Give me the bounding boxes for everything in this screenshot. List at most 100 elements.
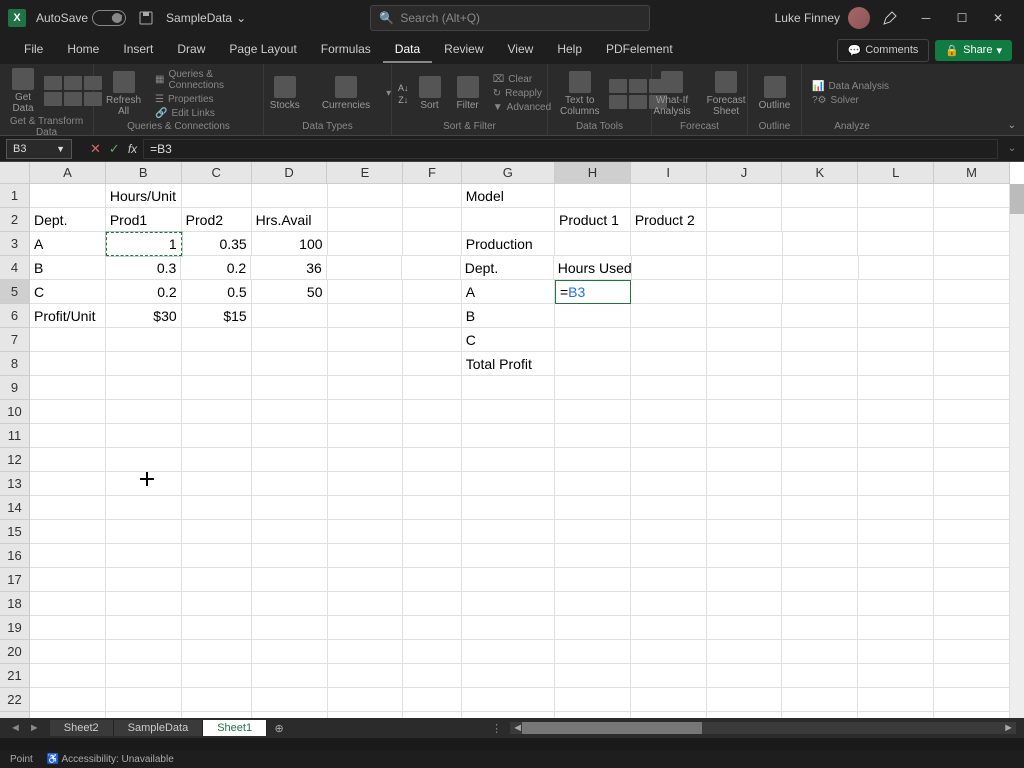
cell-J4[interactable] [707,256,783,280]
cell-A18[interactable] [30,592,106,616]
save-icon[interactable] [138,10,154,26]
cell-D11[interactable] [252,424,328,448]
cell-E17[interactable] [328,568,404,592]
cell-H4[interactable]: Hours Used [554,256,632,280]
cell-J2[interactable] [707,208,783,232]
cell-B16[interactable] [106,544,182,568]
cell-H5[interactable]: =B3 [555,280,631,304]
cell-E7[interactable] [328,328,404,352]
cell-F14[interactable] [403,496,461,520]
cell-A16[interactable] [30,544,106,568]
cell-D1[interactable] [252,184,328,208]
cell-A21[interactable] [30,664,106,688]
cell-C3[interactable]: 0.35 [182,232,252,256]
tab-pdfelement[interactable]: PDFelement [594,37,685,63]
cell-B8[interactable] [106,352,182,376]
cell-D10[interactable] [252,400,328,424]
cell-H19[interactable] [555,616,631,640]
cell-L13[interactable] [858,472,934,496]
close-button[interactable]: ✕ [980,4,1016,32]
cell-K6[interactable] [782,304,858,328]
cell-I13[interactable] [631,472,707,496]
cell-M2[interactable] [934,208,1010,232]
cell-B15[interactable] [106,520,182,544]
row-header-6[interactable]: 6 [0,304,30,328]
cell-E5[interactable] [328,280,404,304]
cell-A3[interactable]: A [30,232,106,256]
cell-E10[interactable] [328,400,404,424]
cell-G6[interactable]: B [462,304,555,328]
cell-C13[interactable] [182,472,252,496]
cell-K11[interactable] [782,424,858,448]
cell-C1[interactable] [182,184,252,208]
cell-L21[interactable] [858,664,934,688]
get-data-button[interactable]: Get Data [6,66,40,116]
cell-A22[interactable] [30,688,106,712]
cell-C15[interactable] [182,520,252,544]
cell-J10[interactable] [707,400,783,424]
data-analysis-button[interactable]: 📊 Data Analysis [808,80,893,93]
cell-K14[interactable] [782,496,858,520]
cell-J20[interactable] [707,640,783,664]
add-sheet-button[interactable]: ⊕ [267,722,291,735]
cell-I18[interactable] [631,592,707,616]
cell-C11[interactable] [182,424,252,448]
row-header-20[interactable]: 20 [0,640,30,664]
cell-B3[interactable]: 1 [106,232,182,256]
cell-H22[interactable] [555,688,631,712]
cell-J9[interactable] [707,376,783,400]
cell-M10[interactable] [934,400,1010,424]
cell-M15[interactable] [934,520,1010,544]
column-header-B[interactable]: B [106,162,182,184]
cell-C12[interactable] [182,448,252,472]
row-header-11[interactable]: 11 [0,424,30,448]
tab-data[interactable]: Data [383,37,432,63]
cell-B22[interactable] [106,688,182,712]
cell-L3[interactable] [858,232,934,256]
clear-button[interactable]: ⌧ Clear [489,73,555,86]
cell-I21[interactable] [631,664,707,688]
cell-L6[interactable] [858,304,934,328]
cell-H12[interactable] [555,448,631,472]
cell-E3[interactable] [328,232,404,256]
cell-D20[interactable] [252,640,328,664]
cell-L20[interactable] [858,640,934,664]
cell-F10[interactable] [403,400,461,424]
cell-F13[interactable] [403,472,461,496]
cell-L7[interactable] [858,328,934,352]
cell-F15[interactable] [403,520,461,544]
cell-B5[interactable]: 0.2 [106,280,182,304]
cell-B14[interactable] [106,496,182,520]
cell-K19[interactable] [782,616,858,640]
cell-M11[interactable] [934,424,1010,448]
cell-D4[interactable]: 36 [251,256,327,280]
sheet-tab-sheet2[interactable]: Sheet2 [50,720,114,736]
forecast-sheet-button[interactable]: Forecast Sheet [701,69,752,119]
cell-J22[interactable] [707,688,783,712]
cell-H13[interactable] [555,472,631,496]
row-header-22[interactable]: 22 [0,688,30,712]
cell-A15[interactable] [30,520,106,544]
currencies-button[interactable]: Currencies [316,74,376,113]
cell-M18[interactable] [934,592,1010,616]
cell-I7[interactable] [631,328,707,352]
cell-D16[interactable] [252,544,328,568]
row-header-19[interactable]: 19 [0,616,30,640]
cell-G20[interactable] [462,640,555,664]
cell-J3[interactable] [707,232,783,256]
cell-J8[interactable] [707,352,783,376]
cell-M7[interactable] [934,328,1010,352]
cell-G11[interactable] [462,424,555,448]
vertical-scrollbar[interactable] [1010,184,1024,718]
row-header-7[interactable]: 7 [0,328,30,352]
fx-button[interactable]: fx [128,142,137,156]
cell-G1[interactable]: Model [462,184,555,208]
cell-L18[interactable] [858,592,934,616]
cell-C20[interactable] [182,640,252,664]
expand-formula-bar-icon[interactable]: ⌄ [1004,143,1020,154]
share-button[interactable]: 🔒 Share ▾ [935,40,1012,61]
cell-G22[interactable] [462,688,555,712]
cell-H16[interactable] [555,544,631,568]
cell-I1[interactable] [631,184,707,208]
cell-M5[interactable] [934,280,1010,304]
